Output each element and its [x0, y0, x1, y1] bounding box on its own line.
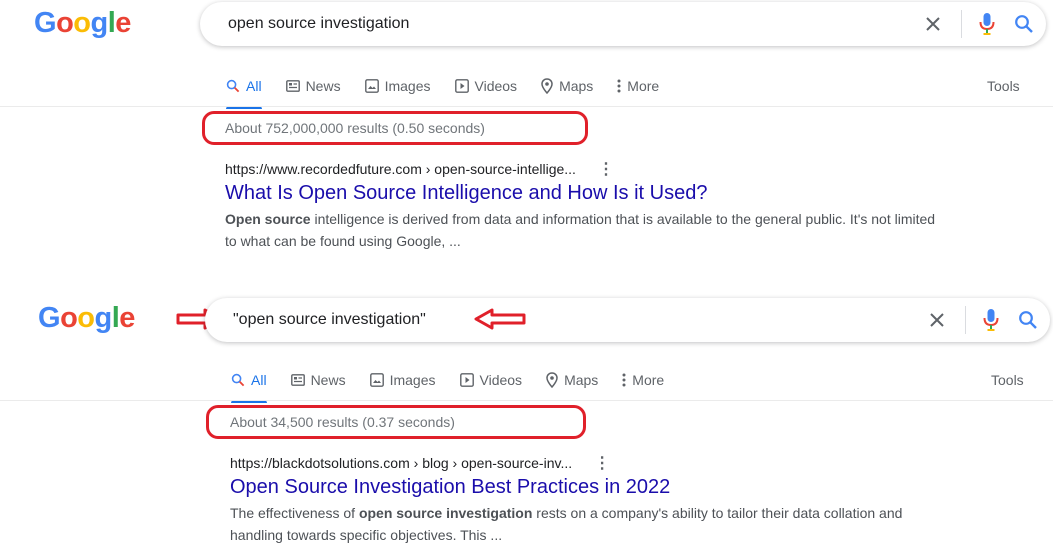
result-url[interactable]: https://blackdotsolutions.com › blog › o… [230, 453, 610, 473]
result-snippet: Open source intelligence is derived from… [225, 208, 945, 252]
tab-news[interactable]: News [285, 71, 341, 101]
tab-videos[interactable]: Videos [454, 71, 518, 101]
tab-label: News [310, 372, 346, 388]
more-vert-icon [622, 373, 626, 387]
tab-images[interactable]: Images [369, 365, 436, 395]
tab-label: Videos [479, 372, 523, 388]
tab-label: All [246, 78, 262, 94]
tab-label: Images [389, 372, 436, 388]
logo-letter: o [77, 302, 95, 334]
map-pin-icon [546, 372, 558, 388]
logo-letter: o [73, 7, 91, 39]
search-box: open source investigation [200, 2, 1046, 46]
search-input[interactable]: open source investigation [228, 2, 409, 46]
google-logo[interactable]: Google [34, 9, 131, 38]
logo-letter: l [107, 7, 116, 39]
tab-more[interactable]: More [622, 365, 664, 395]
video-icon [459, 373, 474, 387]
tab-news[interactable]: News [290, 365, 346, 395]
tab-all[interactable]: All [231, 365, 267, 403]
result-title-link[interactable]: Open Source Investigation Best Practices… [230, 476, 670, 499]
tab-label: More [627, 78, 660, 94]
logo-letter: l [111, 302, 120, 334]
tab-label: Videos [474, 78, 518, 94]
search-actions [917, 298, 1050, 342]
map-pin-icon [541, 78, 553, 94]
more-vert-icon[interactable]: ⋮ [594, 453, 610, 473]
tab-all[interactable]: All [226, 71, 262, 109]
tab-maps[interactable]: Maps [541, 71, 593, 101]
divider [0, 400, 1053, 401]
search-icon [231, 373, 245, 387]
logo-letter: g [90, 7, 109, 39]
logo-letter: G [34, 7, 57, 39]
divider [0, 106, 1053, 107]
logo-letter: e [115, 7, 131, 39]
snippet-bold: Open source [225, 211, 311, 227]
more-vert-icon[interactable]: ⋮ [598, 159, 614, 179]
tab-label: More [632, 372, 665, 388]
tab-more[interactable]: More [617, 71, 659, 101]
tab-videos[interactable]: Videos [459, 365, 523, 395]
tab-maps[interactable]: Maps [546, 365, 598, 395]
tab-label: Images [384, 78, 431, 94]
microphone-icon[interactable] [976, 298, 1006, 342]
snippet-text: The effectiveness of [230, 505, 359, 521]
logo-letter: g [94, 302, 113, 334]
news-icon [290, 374, 305, 386]
search-tabs: All News Images Videos Maps More [226, 71, 683, 109]
tab-label: Maps [564, 372, 599, 388]
result-title-link[interactable]: What Is Open Source Intelligence and How… [225, 182, 707, 205]
annotation-arrow-left [474, 308, 526, 330]
close-icon[interactable] [917, 298, 957, 342]
search-panel-2: Google "open source investigation" All N… [0, 290, 1053, 546]
logo-letter: o [56, 7, 74, 39]
search-actions [913, 2, 1046, 46]
google-logo[interactable]: Google [38, 304, 135, 333]
search-icon[interactable] [1006, 298, 1050, 342]
snippet-text: intelligence is derived from data and in… [225, 211, 936, 249]
annotation-highlight [202, 111, 588, 145]
search-tabs: All News Images Videos Maps More [231, 365, 688, 403]
tab-label: News [305, 78, 341, 94]
result-url[interactable]: https://www.recordedfuture.com › open-so… [225, 159, 614, 179]
logo-letter: G [38, 302, 61, 334]
annotation-highlight [206, 405, 586, 439]
image-icon [364, 79, 379, 93]
divider [965, 306, 966, 334]
news-icon [285, 80, 300, 92]
result-snippet: The effectiveness of open source investi… [230, 502, 950, 546]
search-panel-1: Google open source investigation All New… [0, 0, 1053, 270]
search-icon[interactable] [1002, 2, 1046, 46]
divider [961, 10, 962, 38]
tab-label: Maps [559, 78, 594, 94]
microphone-icon[interactable] [972, 2, 1002, 46]
result-url-text: https://blackdotsolutions.com › blog › o… [230, 455, 573, 471]
tab-label: All [251, 372, 267, 388]
search-input[interactable]: "open source investigation" [233, 298, 426, 342]
snippet-bold: open source investigation [358, 505, 533, 521]
logo-letter: o [60, 302, 78, 334]
logo-letter: e [119, 302, 135, 334]
tools-button[interactable]: Tools [987, 78, 1020, 94]
search-icon [226, 79, 240, 93]
close-icon[interactable] [913, 2, 953, 46]
result-url-text: https://www.recordedfuture.com › open-so… [225, 161, 576, 177]
image-icon [369, 373, 384, 387]
search-box: "open source investigation" [205, 298, 1050, 342]
video-icon [454, 79, 469, 93]
tools-button[interactable]: Tools [991, 372, 1024, 388]
more-vert-icon [617, 79, 621, 93]
tab-images[interactable]: Images [364, 71, 431, 101]
